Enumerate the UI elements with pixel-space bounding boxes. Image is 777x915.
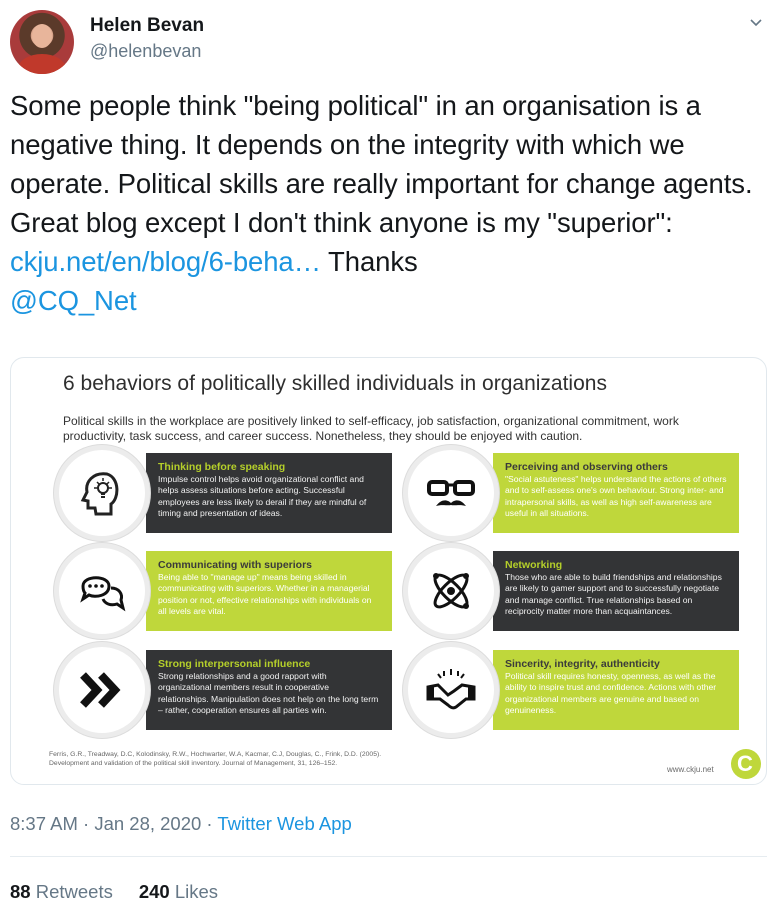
author-block[interactable]: Helen Bevan @helenbevan [90,14,204,64]
behavior-panel: Thinking before speaking Impulse control… [146,453,392,533]
behavior-body: Those who are able to build friendships … [505,572,722,616]
cq-logo-letter: C [737,751,753,776]
behavior-title: Sincerity, integrity, authenticity [505,658,660,670]
behavior-body: "Social astuteness" helps understand the… [505,474,727,518]
chevron-down-icon[interactable] [749,16,763,30]
tweet-stats: 88 Retweets 240 Likes [10,881,218,903]
tweet-text-body: Some people think "being political" in a… [10,90,753,238]
glasses-mustache-icon [403,445,499,541]
behavior-panel: Perceiving and observing others "Social … [493,453,739,533]
tweet-mention[interactable]: @CQ_Net [10,285,137,316]
behavior-title: Thinking before speaking [158,461,286,473]
tweet-time[interactable]: 8:37 AM · Jan 28, 2020 · [10,813,217,834]
tweet-header: Helen Bevan @helenbevan [10,10,767,74]
behavior-panel: Sincerity, integrity, authenticity Polit… [493,650,739,730]
tweet-image[interactable]: 6 behaviors of politically skilled indiv… [10,357,767,785]
behavior-body: Impulse control helps avoid organization… [158,474,367,518]
retweets-stat[interactable]: 88 Retweets [10,881,113,902]
behavior-title: Strong interpersonal influence [158,658,311,670]
behavior-body: Being able to "manage up" means being sk… [158,572,372,616]
infographic-intro: Political skills in the workplace are po… [63,414,679,443]
reference-line: Development and validation of the politi… [49,759,338,767]
speech-bubbles-icon [54,543,150,639]
tweet-text: Some people think "being political" in a… [10,86,767,320]
head-idea-icon [54,445,150,541]
retweets-label: Retweets [35,881,113,902]
reference-line: Ferris, G.R., Treadway, D.C, Kolodinsky,… [49,751,382,758]
tweet-timestamp: 8:37 AM · Jan 28, 2020 · Twitter Web App [10,813,352,835]
behavior-panel: Strong interpersonal influence Strong re… [146,650,392,730]
divider [10,856,767,857]
tweet-link[interactable]: ckju.net/en/blog/6-beha… [10,246,321,277]
author-name[interactable]: Helen Bevan [90,14,204,38]
likes-label: Likes [174,881,219,902]
cq-logo: C [731,749,761,779]
avatar[interactable] [10,10,74,74]
author-handle[interactable]: @helenbevan [90,38,204,64]
likes-count: 240 [138,881,170,902]
behavior-title: Perceiving and observing others [505,461,668,473]
likes-stat[interactable]: 240 Likes [139,881,218,902]
infographic-url: www.ckju.net [667,765,714,774]
behavior-body: Political skill requires honesty, openne… [505,671,717,715]
behavior-title: Networking [505,559,563,571]
behavior-panel: Networking Those who are able to build f… [493,551,739,631]
behavior-panel: Communicating with superiors Being able … [146,551,392,631]
infographic-reference: Ferris, G.R., Treadway, D.C, Kolodinsky,… [49,751,469,768]
behavior-body: Strong relationships and a good rapport … [158,671,379,715]
handshake-icon [403,642,499,738]
retweets-count: 88 [10,881,31,902]
infographic-title: 6 behaviors of politically skilled indiv… [63,372,607,395]
network-atom-icon [403,543,499,639]
tweet-text-thanks: Thanks [321,246,418,277]
double-chevron-icon [54,642,150,738]
tweet-source[interactable]: Twitter Web App [217,813,351,834]
behavior-title: Communicating with superiors [158,559,313,571]
